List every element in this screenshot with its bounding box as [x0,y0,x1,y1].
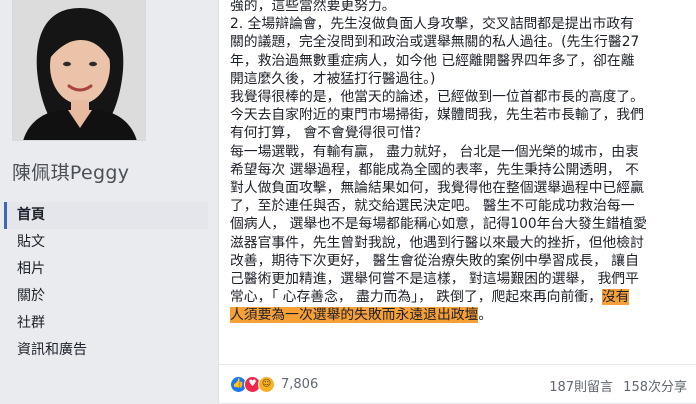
post-footer: 👍 ♥ ☺ 7,806 187則留言 158次分享 [219,364,696,404]
post-line: 有何打算， 會不會覺得很可惜？ [230,125,428,142]
post-line: 關的議題，完全沒問到和政治或選舉無關的私人過往。(先生行醫27 [230,34,640,51]
post-line: 個病人， 選舉也不是每場都能稱心如意，記得100年台大發生錯植愛 [230,216,648,233]
avatar [13,0,145,140]
nav-item-community[interactable]: 社群 [4,310,208,337]
highlighted-text: 沒有 [601,289,630,306]
post-line: 2. 全場辯論會，先生沒做負面人身攻擊，交叉詰問都是提出市政有 [230,16,634,33]
nav-item-posts[interactable]: 貼文 [4,229,208,256]
post-line: 我覺得很棒的是，他當天的論述，已經做到一位首都市長的高度了。 [230,89,644,106]
reaction-count: 7,806 [281,376,319,392]
post-card: 強的，這些當然要更努力。 2. 全場辯論會，先生沒做負面人身攻擊，交叉詰問都是提… [218,0,696,403]
post-line: 每一場選戰，有輸有贏， 盡力就好， 台北是一個光榮的城市，由衷 [230,143,639,160]
post-line: 滋器官事件，先生曾對我說，他遇到行醫以來最大的挫折，但他檢討 [230,234,644,251]
post-line: 對人做負面攻擊，無論結果如何，我覺得他在整個選舉過程中已經贏 [230,180,644,197]
post-line-text: 。 [478,307,493,324]
highlighted-text: 人須要為一次選舉的失敗而永遠退出政壇 [230,307,479,324]
page-name[interactable]: 陳佩琪Peggy [12,158,129,185]
page-nav: 首頁 貼文 相片 關於 社群 資訊和廣告 [4,202,208,364]
profile-picture[interactable] [12,0,146,141]
post-line: 年，救治過無數重症病人，如今他 已經離開醫界四年多了，卻在離 [230,52,635,69]
post-line: 常心，「 心存善念， 盡力而為」， 跌倒了，爬起來再向前衝，沒有 [230,288,692,306]
nav-item-info-ads[interactable]: 資訊和廣告 [4,337,208,364]
post-line: 開這麼久後，才被猛打行醫過往。) [230,70,436,87]
reactions-summary[interactable]: 👍 ♥ ☺ 7,806 [230,375,319,393]
nav-item-about[interactable]: 關於 [4,283,208,310]
nav-item-photos[interactable]: 相片 [4,256,208,283]
post-line: 強的，這些當然要更努力。 [230,0,396,14]
post-body: 強的，這些當然要更努力。 2. 全場辯論會，先生沒做負面人身攻擊，交叉詰問都是提… [230,0,692,325]
post-line: 人須要為一次選舉的失敗而永遠退出政壇。 [230,306,692,324]
shares-count-link[interactable]: 158次分享 [623,380,687,395]
nav-item-home[interactable]: 首頁 [4,202,208,229]
post-line: 改善，期待下次更好， 醫生會從治療失敗的案例中學習成長， 讓自 [230,252,639,269]
post-stats: 187則留言 158次分享 [549,376,687,395]
post-line: 了，至於連任與否，就交給選民決定吧。 醫生不可能成功救治每一 [230,198,635,215]
post-line-text: 常心，「 心存善念， 盡力而為」， 跌倒了，爬起來再向前衝， [230,289,602,306]
haha-icon: ☺ [258,375,275,393]
left-sidebar: 陳佩琪Peggy 首頁 貼文 相片 關於 社群 資訊和廣告 [0,0,216,403]
comments-count-link[interactable]: 187則留言 [549,380,613,395]
post-line: 今天去自家附近的東門市場掃街，媒體問我，先生若市長輸了，我們 [230,107,644,124]
post-line: 希望每次 選舉過程，都能成為全國的表率，先生秉持公開透明， 不 [230,161,639,178]
post-line: 己醫術更加精進，選舉何嘗不是這樣， 對這場艱困的選舉， 我們平 [230,271,639,288]
